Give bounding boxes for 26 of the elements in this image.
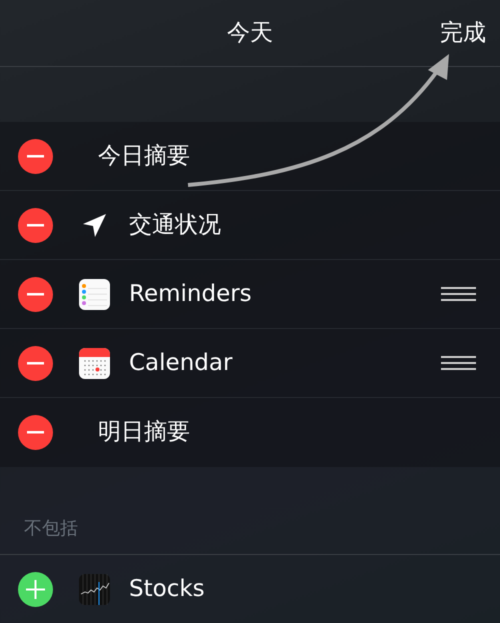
remove-button[interactable] bbox=[18, 415, 53, 450]
list-icon bbox=[79, 278, 110, 310]
widget-label: Reminders bbox=[129, 280, 252, 309]
stocks-icon bbox=[79, 574, 110, 605]
reorder-handle[interactable] bbox=[441, 356, 476, 370]
minus-icon bbox=[27, 154, 44, 158]
remove-button[interactable] bbox=[18, 208, 53, 242]
reorder-handle[interactable] bbox=[441, 287, 476, 301]
widget-label: 明日摘要 bbox=[98, 418, 190, 448]
remove-button[interactable] bbox=[18, 138, 53, 174]
minus-icon bbox=[27, 431, 44, 434]
minus-icon bbox=[27, 362, 44, 364]
widget-label: Stocks bbox=[129, 575, 205, 604]
widget-label: 交通状况 bbox=[129, 210, 221, 240]
add-button[interactable] bbox=[18, 572, 53, 607]
widget-label: Calendar bbox=[129, 348, 232, 378]
plus-icon bbox=[26, 580, 45, 599]
screen-title: 今天 bbox=[227, 18, 273, 48]
calendar-icon bbox=[79, 348, 110, 378]
minus-icon bbox=[27, 292, 44, 296]
minus-icon bbox=[27, 224, 44, 226]
remove-button[interactable] bbox=[18, 346, 53, 380]
widget-label: 今日摘要 bbox=[98, 142, 190, 171]
remove-button[interactable] bbox=[18, 276, 53, 312]
done-button[interactable]: 完成 bbox=[440, 16, 486, 50]
section-heading: 不包括 bbox=[24, 517, 78, 541]
